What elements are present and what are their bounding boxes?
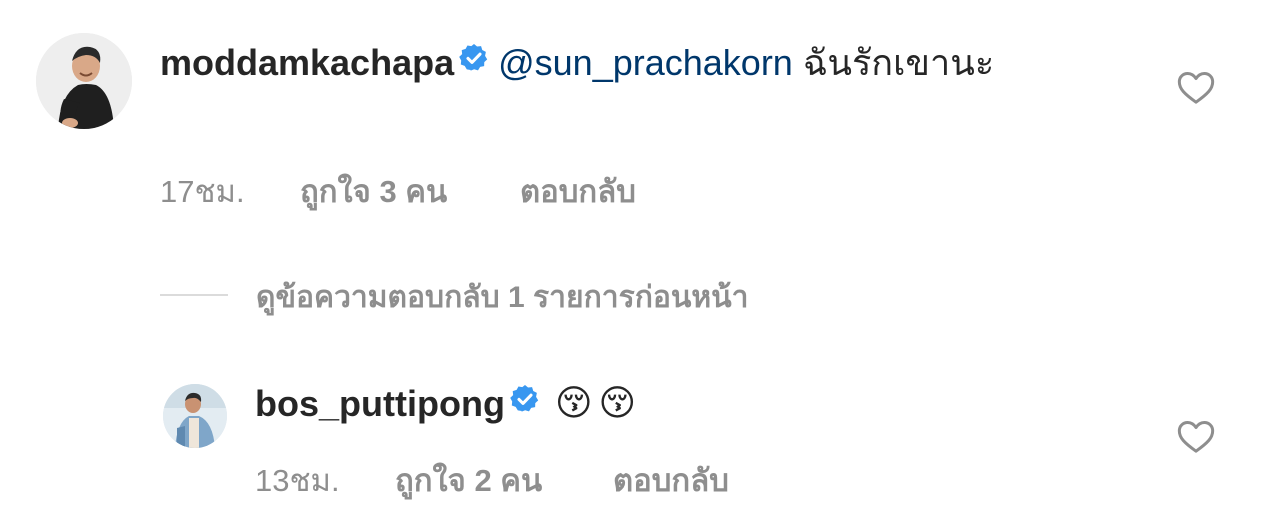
heart-icon[interactable] (1176, 68, 1216, 108)
comment-timestamp: 17ชม. (160, 174, 245, 209)
comment-text-2: bos_puttipong 😚 😚 (255, 379, 636, 431)
likes-count-link[interactable]: ถูกใจ 3 คน (300, 166, 520, 216)
comment-text-1: moddamkachapa @sun_prachakorn ฉันรักเขานะ (160, 38, 1120, 90)
verified-badge-icon (509, 378, 541, 427)
verified-badge-icon (458, 37, 490, 86)
comment-meta-2: 13ชม. ถูกใจ 2 คน ตอบกลับ (255, 455, 729, 505)
comment-username[interactable]: moddamkachapa (160, 42, 454, 83)
comment-timestamp: 13ชม. (255, 463, 340, 498)
reply-button[interactable]: ตอบกลับ (520, 166, 636, 216)
reply-button[interactable]: ตอบกลับ (613, 455, 729, 505)
mention-link[interactable]: @sun_prachakorn (498, 42, 793, 83)
comment-meta-1: 17ชม. ถูกใจ 3 คน ตอบกลับ (160, 166, 636, 216)
replies-divider (160, 294, 228, 296)
avatar-moddamkachapa[interactable] (36, 33, 132, 129)
avatar-bos-puttipong[interactable] (163, 384, 227, 448)
comment-body: ฉันรักเขานะ (802, 42, 995, 83)
likes-count-link[interactable]: ถูกใจ 2 คน (395, 455, 613, 505)
comment-username[interactable]: bos_puttipong (255, 383, 505, 424)
view-previous-replies-button[interactable]: ดูข้อความตอบกลับ 1 รายการก่อนหน้า (256, 274, 749, 321)
heart-icon[interactable] (1176, 417, 1216, 457)
kissing-face-emoji: 😚 (554, 381, 593, 423)
profile-photo-icon (36, 33, 132, 129)
kissing-face-emoji: 😚 (598, 381, 637, 423)
profile-photo-icon (163, 384, 227, 448)
